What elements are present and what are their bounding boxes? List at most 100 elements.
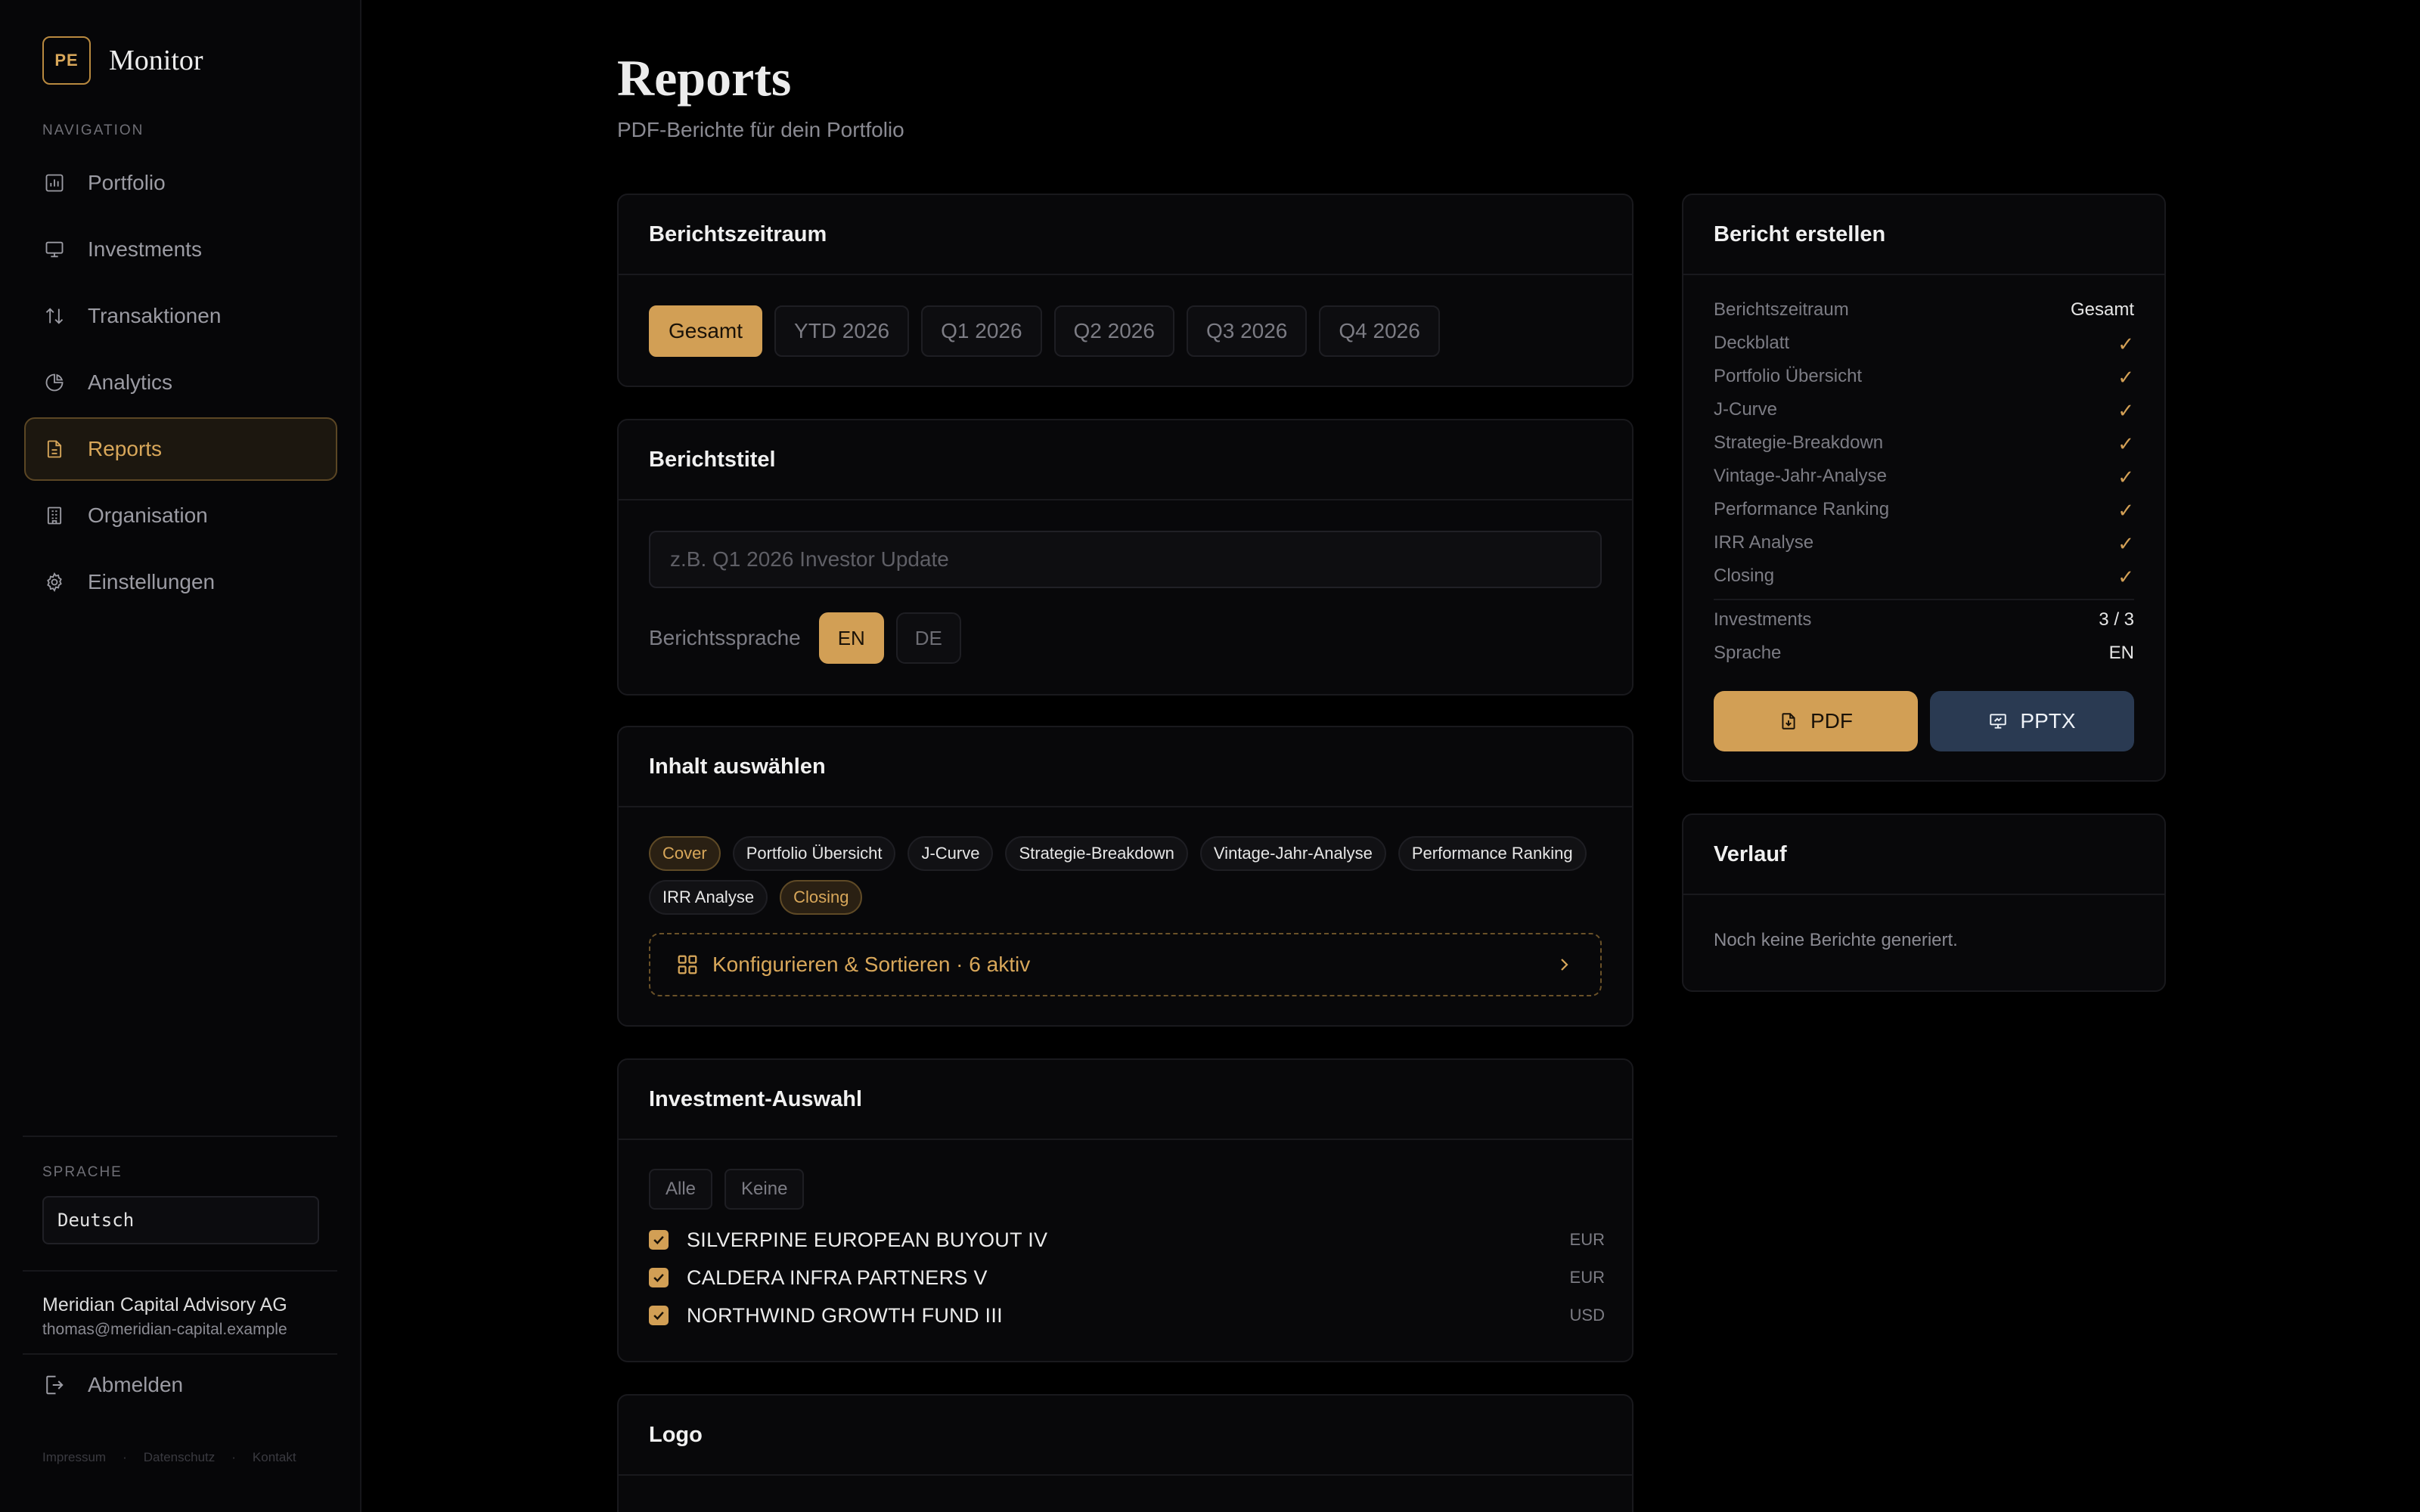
period-option-q1-2026[interactable]: Q1 2026 [921,305,1042,357]
footer-separator: · [123,1450,127,1464]
investment-checkbox[interactable] [649,1268,669,1287]
configure-sort-button[interactable]: Konfigurieren & Sortieren · 6 aktiv [649,933,1602,996]
check-icon: ✓ [2118,366,2134,389]
sidebar-item-label: Portfolio [88,171,166,194]
report-title-card: Berichtstitel Berichtssprache EN DE [617,419,1634,696]
check-icon: ✓ [2118,333,2134,355]
sidebar-item-portfolio[interactable]: Portfolio [24,151,337,215]
check-icon: ✓ [2118,432,2134,455]
investment-name: SILVERPINE EUROPEAN BUYOUT IV [687,1228,1048,1251]
history-card: Verlauf Noch keine Berichte generiert. [1682,813,2166,992]
sidebar-item-organisation[interactable]: Organisation [24,484,337,547]
check-icon: ✓ [2118,532,2134,555]
sidebar-divider [23,1270,337,1272]
brand[interactable]: PE Monitor [42,36,203,85]
sidebar-item-reports[interactable]: Reports [24,417,337,481]
sidebar-item-transaktionen[interactable]: Transaktionen [24,284,337,348]
file-download-icon [1782,713,1795,730]
sidebar-item-label: Analytics [88,370,173,394]
summary-divider [1714,599,2134,600]
report-language-en[interactable]: EN [818,612,884,664]
monitor-icon [45,241,64,258]
summary-row-investments: Investments 3 / 3 [1714,609,2134,631]
sidebar-item-einstellungen[interactable]: Einstellungen [24,550,337,614]
language-select[interactable]: Deutsch [42,1196,319,1244]
investment-checkbox[interactable] [649,1230,669,1250]
investment-currency: EUR [1569,1268,1605,1287]
bar-chart-icon [45,174,64,192]
report-language-row: Berichtssprache EN DE [649,612,973,664]
org-email: thomas@meridian-capital.example [42,1321,287,1338]
content-chip-cover[interactable]: Cover [649,836,721,871]
summary-key: Portfolio Übersicht [1714,366,1863,386]
period-option-gesamt[interactable]: Gesamt [649,305,763,357]
period-option-q4-2026[interactable]: Q4 2026 [1319,305,1440,357]
content-chip-strategie-breakdown[interactable]: Strategie-Breakdown [1005,836,1188,871]
summary-row-section: Strategie-Breakdown ✓ [1714,432,2134,456]
page-title: Reports [617,49,792,107]
card-title: Berichtszeitraum [619,195,1632,275]
summary-key: Berichtszeitraum [1714,299,1849,320]
content-chip-irr-analyse[interactable]: IRR Analyse [649,880,768,915]
pie-chart-icon [45,373,64,392]
report-language-de[interactable]: DE [895,612,961,664]
chevron-right-icon [1561,959,1568,971]
logout-label: Abmelden [88,1373,184,1396]
logout-button[interactable]: Abmelden [42,1373,183,1397]
card-title: Investment-Auswahl [619,1060,1632,1140]
summary-row-period: Berichtszeitraum Gesamt [1714,299,2134,321]
content-card: Inhalt auswählen Cover Portfolio Übersic… [617,726,1634,1027]
check-icon [653,1311,664,1320]
investment-card: Investment-Auswahl Alle Keine SILVERPINE… [617,1058,1634,1362]
footer-links: Impressum · Datenschutz · Kontakt [42,1450,296,1465]
sidebar-item-label: Reports [88,437,163,460]
content-chip-portfolio-uebersicht[interactable]: Portfolio Übersicht [732,836,896,871]
investment-row[interactable]: CALDERA INFRA PARTNERS V EUR [649,1263,1605,1293]
investment-select-buttons: Alle Keine [649,1169,805,1210]
footer-link-datenschutz[interactable]: Datenschutz [144,1450,216,1465]
check-icon: ✓ [2118,399,2134,422]
nav-section-label: NAVIGATION [42,122,144,138]
content-chips: Cover Portfolio Übersicht J-Curve Strate… [649,836,1609,915]
investment-row[interactable]: NORTHWIND GROWTH FUND III USD [649,1300,1605,1331]
select-none-button[interactable]: Keine [724,1169,805,1210]
card-title: Inhalt auswählen [619,727,1632,807]
footer-link-impressum[interactable]: Impressum [42,1450,106,1465]
content-chip-closing[interactable]: Closing [780,880,863,915]
investment-currency: EUR [1569,1230,1605,1249]
summary-key: Sprache [1714,643,1782,663]
select-all-button[interactable]: Alle [649,1169,713,1210]
sidebar-item-label: Investments [88,237,202,261]
logo-card: Logo [617,1394,1634,1512]
brand-name: Monitor [109,45,203,76]
summary-key: Investments [1714,609,1812,630]
logout-icon [46,1375,64,1395]
content-chip-j-curve[interactable]: J-Curve [908,836,994,871]
report-title-input[interactable] [649,531,1602,588]
period-option-q3-2026[interactable]: Q3 2026 [1186,305,1308,357]
footer-separator: · [231,1450,236,1464]
content-chip-vintage-jahr-analyse[interactable]: Vintage-Jahr-Analyse [1199,836,1386,871]
document-icon [47,440,62,458]
check-icon [653,1235,664,1244]
sidebar-item-analytics[interactable]: Analytics [24,351,337,414]
export-pdf-button[interactable]: PDF [1714,691,1918,751]
investment-row[interactable]: SILVERPINE EUROPEAN BUYOUT IV EUR [649,1225,1605,1255]
summary-value: 3 / 3 [2099,609,2134,630]
sidebar-divider [23,1353,337,1355]
check-icon: ✓ [2118,466,2134,488]
presentation-icon [1990,714,2007,729]
report-language-label: Berichtssprache [649,626,801,649]
export-pptx-button[interactable]: PPTX [1930,691,2134,751]
period-option-ytd-2026[interactable]: YTD 2026 [774,305,910,357]
summary-key: Strategie-Breakdown [1714,432,1884,453]
sidebar-nav: Portfolio Investments Transaktionen Anal… [24,151,337,617]
page-subtitle: PDF-Berichte für dein Portfolio [617,118,904,141]
footer-link-kontakt[interactable]: Kontakt [253,1450,296,1465]
content-chip-performance-ranking[interactable]: Performance Ranking [1398,836,1587,871]
period-option-q2-2026[interactable]: Q2 2026 [1053,305,1174,357]
sidebar-item-label: Organisation [88,503,208,527]
sidebar-item-investments[interactable]: Investments [24,218,337,281]
summary-row-section: J-Curve ✓ [1714,399,2134,423]
investment-checkbox[interactable] [649,1306,669,1325]
